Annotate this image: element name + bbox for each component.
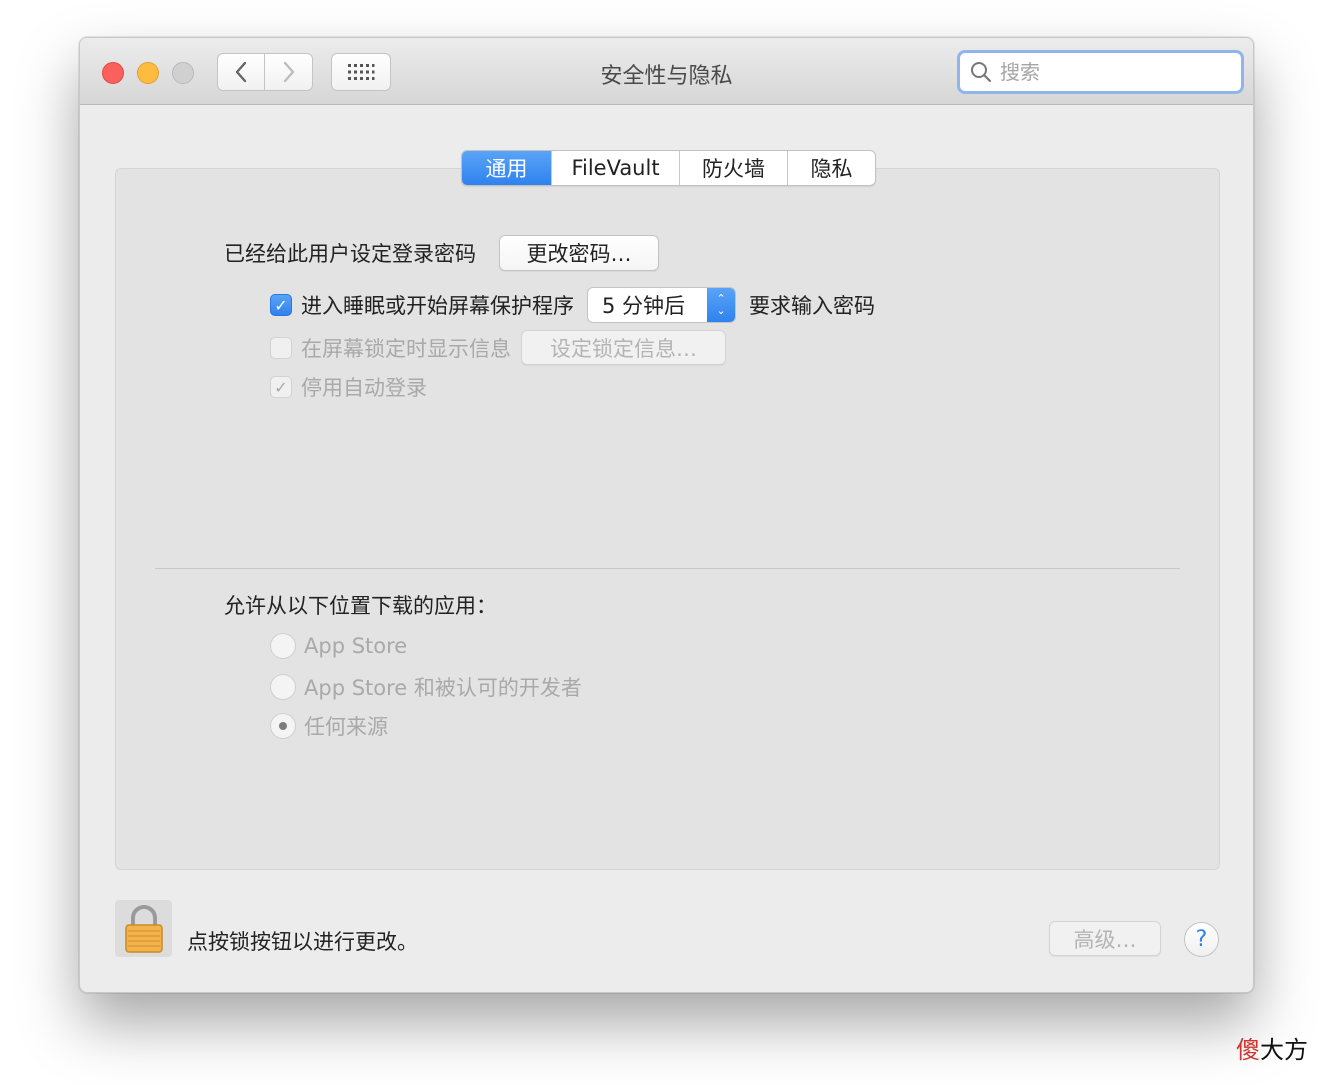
advanced-button[interactable]: 高级… <box>1049 921 1161 956</box>
search-input[interactable] <box>998 59 1228 85</box>
password-delay-popup[interactable]: 5 分钟后 ⌃ ⌄ <box>587 287 737 323</box>
security-privacy-window: 安全性与隐私 通用 FileVault 防火墙 隐私 已经给此用户设定登录密码 … <box>79 37 1254 993</box>
lock-hint-text: 点按锁按钮以进行更改。 <box>187 930 418 954</box>
help-icon: ? <box>1195 927 1208 952</box>
section-divider <box>155 568 1180 569</box>
radio-anywhere[interactable]: 任何来源 <box>270 711 388 741</box>
show-message-checkbox[interactable] <box>270 336 292 359</box>
search-field[interactable] <box>957 50 1244 94</box>
lock-icon <box>124 904 163 953</box>
disable-auto-login-row: ✓ 停用自动登录 <box>270 372 427 402</box>
downloads-label: 允许从以下位置下载的应用： <box>224 594 497 618</box>
set-lock-message-button[interactable]: 设定锁定信息… <box>521 330 726 365</box>
watermark: 傻大方 <box>1236 1030 1308 1065</box>
require-password-suffix: 要求输入密码 <box>749 294 876 318</box>
require-password-checkbox[interactable]: ✓ <box>270 294 292 316</box>
radio-button[interactable] <box>270 633 296 659</box>
tab-bar: 通用 FileVault 防火墙 隐私 <box>461 150 876 186</box>
password-row: 已经给此用户设定登录密码 更改密码… <box>224 235 659 271</box>
change-password-button[interactable]: 更改密码… <box>499 235 659 271</box>
radio-app-store-identified[interactable]: App Store 和被认可的开发者 <box>270 672 582 702</box>
tab-filevault[interactable]: FileVault <box>551 151 679 185</box>
tab-privacy[interactable]: 隐私 <box>787 151 875 185</box>
content-panel <box>115 168 1220 870</box>
tab-general[interactable]: 通用 <box>462 151 551 185</box>
search-icon <box>971 62 992 83</box>
lock-button[interactable] <box>115 900 172 957</box>
title-bar: 安全性与隐私 <box>80 38 1253 105</box>
radio-button-selected[interactable] <box>270 713 296 739</box>
watermark-text: 大方 <box>1260 1036 1308 1064</box>
radio-app-store[interactable]: App Store <box>270 633 407 659</box>
radio-dot <box>279 722 287 730</box>
radio-button[interactable] <box>270 674 296 700</box>
lock-hint: 点按锁按钮以进行更改。 <box>187 926 418 956</box>
radio-label: App Store <box>304 634 408 658</box>
password-status-label: 已经给此用户设定登录密码 <box>224 242 476 266</box>
watermark-accent: 傻 <box>1236 1036 1260 1064</box>
show-message-label: 在屏幕锁定时显示信息 <box>301 336 511 361</box>
require-password-label: 进入睡眠或开始屏幕保护程序 <box>301 294 574 318</box>
radio-label: 任何来源 <box>304 715 388 739</box>
password-delay-value: 5 分钟后 <box>602 294 686 318</box>
tab-firewall[interactable]: 防火墙 <box>679 151 787 185</box>
disable-auto-login-label: 停用自动登录 <box>301 376 427 400</box>
help-button[interactable]: ? <box>1184 922 1219 957</box>
show-message-row: 在屏幕锁定时显示信息 设定锁定信息… <box>270 330 726 365</box>
require-password-row: ✓ 进入睡眠或开始屏幕保护程序 5 分钟后 ⌃ ⌄ 要求输入密码 <box>270 287 875 323</box>
downloads-heading: 允许从以下位置下载的应用： <box>224 590 497 620</box>
updown-arrows-icon: ⌃ ⌄ <box>707 288 736 322</box>
radio-label: App Store 和被认可的开发者 <box>304 676 582 700</box>
disable-auto-login-checkbox[interactable]: ✓ <box>270 376 292 398</box>
